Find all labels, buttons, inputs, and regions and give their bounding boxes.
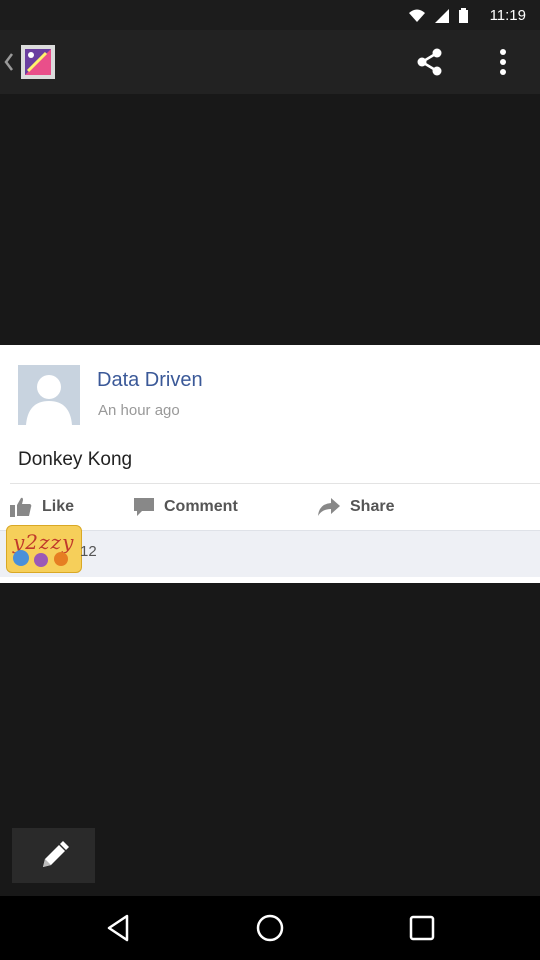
app-icon[interactable]	[20, 44, 56, 80]
nav-recents-button[interactable]	[402, 910, 442, 946]
comment-button[interactable]: Comment	[134, 495, 238, 519]
post-card: Data Driven An hour ago Donkey Kong Like…	[0, 345, 540, 583]
comment-label: Comment	[164, 498, 238, 515]
share-label: Share	[350, 498, 395, 515]
sticker-thumbnail[interactable]: y2zzy	[6, 525, 82, 573]
back-icon	[107, 914, 129, 942]
image-icon	[21, 45, 55, 79]
overflow-menu-button[interactable]	[486, 42, 520, 82]
thumbs-up-icon	[10, 497, 32, 517]
likes-count[interactable]: 12	[80, 543, 97, 560]
overflow-menu-icon	[500, 49, 506, 75]
up-navigation[interactable]	[2, 50, 16, 74]
pencil-icon	[42, 840, 69, 867]
status-bar: 11:19	[0, 0, 540, 30]
like-label: Like	[42, 498, 75, 515]
post-author[interactable]: Data Driven	[97, 369, 203, 392]
action-bar	[0, 30, 540, 94]
share-icon	[417, 48, 442, 76]
home-icon	[256, 914, 284, 942]
forward-arrow-icon	[318, 498, 340, 516]
avatar[interactable]	[18, 365, 80, 425]
comment-icon	[134, 498, 154, 516]
signal-icon	[435, 8, 449, 23]
chevron-left-icon	[4, 53, 13, 71]
nav-back-button[interactable]	[98, 910, 138, 946]
share-post-button[interactable]: Share	[318, 495, 394, 519]
post-time: An hour ago	[98, 402, 180, 419]
status-icons	[409, 8, 468, 23]
person-icon	[18, 365, 80, 425]
sticker-faces-icon	[13, 550, 68, 567]
nav-home-button[interactable]	[250, 910, 290, 946]
compose-button[interactable]	[12, 828, 95, 883]
like-button[interactable]: Like	[10, 495, 74, 519]
navigation-bar	[0, 896, 540, 960]
divider	[10, 483, 540, 484]
status-time: 11:19	[489, 7, 526, 24]
recents-icon	[409, 915, 435, 941]
wifi-icon	[409, 9, 425, 22]
share-button[interactable]	[408, 42, 452, 82]
post-message: Donkey Kong	[18, 449, 133, 470]
battery-icon	[459, 8, 468, 23]
